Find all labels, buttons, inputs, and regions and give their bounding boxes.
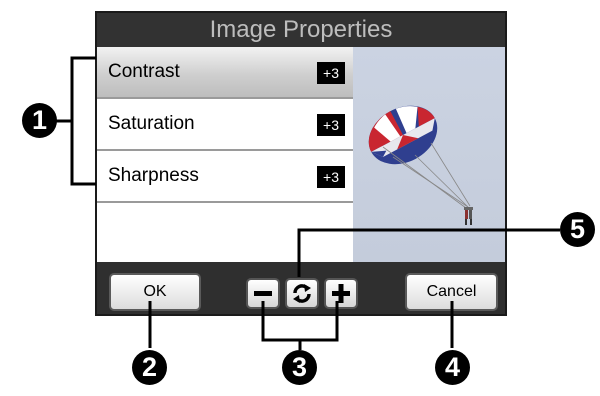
callout-lines bbox=[56, 56, 560, 350]
callout-3: 3 bbox=[282, 350, 317, 385]
callout-2: 2 bbox=[132, 350, 167, 385]
callout-5: 5 bbox=[560, 212, 595, 247]
callout-4: 4 bbox=[435, 350, 470, 385]
callout-1: 1 bbox=[22, 103, 57, 138]
